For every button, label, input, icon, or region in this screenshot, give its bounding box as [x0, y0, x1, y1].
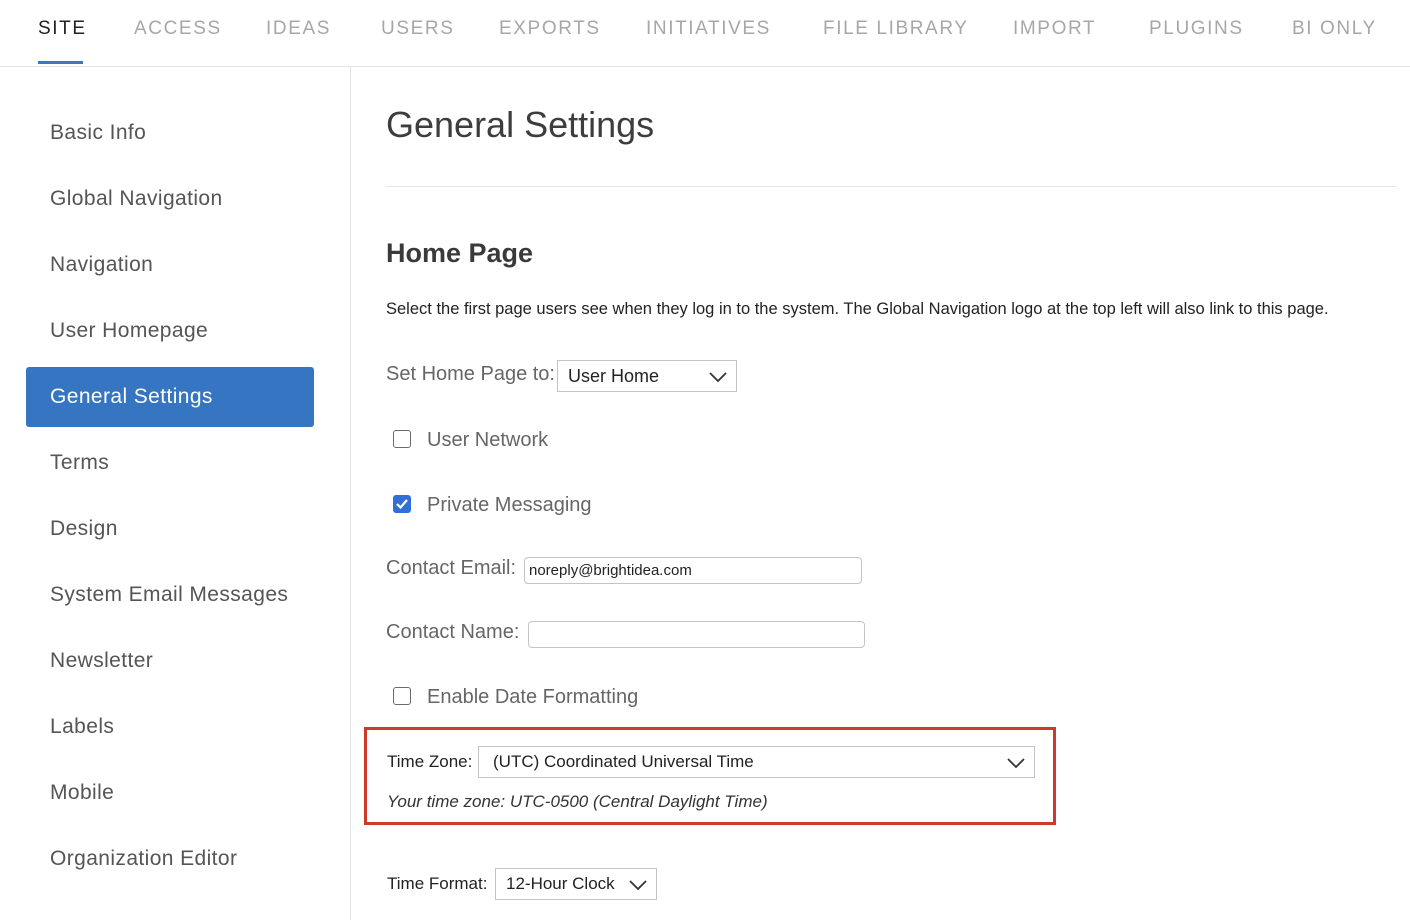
tab-ideas[interactable]: IDEAS	[266, 18, 331, 40]
contact-name-field[interactable]	[528, 621, 865, 648]
contact-name-label: Contact Name:	[386, 621, 520, 643]
user-network-checkbox[interactable]	[393, 430, 411, 448]
tab-plugins[interactable]: PLUGINS	[1149, 18, 1244, 40]
sidebar-item-user-homepage[interactable]: User Homepage	[26, 301, 314, 361]
user-network-label: User Network	[427, 429, 549, 451]
active-tab-indicator	[38, 61, 83, 64]
sidebar-item-general-settings[interactable]: General Settings	[26, 367, 314, 427]
time-zone-note: Your time zone: UTC-0500 (Central Daylig…	[387, 792, 768, 811]
sidebar-item-labels[interactable]: Labels	[26, 697, 314, 757]
time-zone-select[interactable]: (UTC) Coordinated Universal Time	[478, 746, 1035, 778]
contact-email-label: Contact Email:	[386, 557, 517, 579]
sidebar-item-design[interactable]: Design	[26, 499, 314, 559]
sidebar-item-newsletter[interactable]: Newsletter	[26, 631, 314, 691]
page-title: General Settings	[386, 104, 655, 145]
section-title-home-page: Home Page	[386, 238, 534, 268]
home-page-select[interactable]: User Home	[557, 360, 737, 392]
tab-access[interactable]: ACCESS	[134, 18, 222, 40]
title-divider	[386, 186, 1396, 187]
time-zone-label: Time Zone:	[387, 752, 473, 771]
tab-import[interactable]: IMPORT	[1013, 18, 1096, 40]
sidebar-item-organization-editor[interactable]: Organization Editor	[26, 829, 314, 889]
sidebar-item-basic-info[interactable]: Basic Info	[26, 103, 314, 163]
tab-initiatives[interactable]: INITIATIVES	[646, 18, 771, 40]
contact-email-field[interactable]: noreply@brightidea.com	[524, 557, 862, 584]
sidebar-item-terms[interactable]: Terms	[26, 433, 314, 493]
sidebar-item-global-navigation[interactable]: Global Navigation	[26, 169, 314, 229]
chevron-down-icon	[1007, 758, 1025, 769]
tab-exports[interactable]: EXPORTS	[499, 18, 601, 40]
sidebar: Basic Info Global Navigation Navigation …	[0, 67, 351, 920]
tab-file-library[interactable]: FILE LIBRARY	[823, 18, 969, 40]
chevron-down-icon	[709, 372, 727, 383]
set-home-page-label: Set Home Page to:	[386, 363, 555, 385]
time-format-select-value: 12-Hour Clock	[506, 874, 615, 893]
top-tab-bar: SITE ACCESS IDEAS USERS EXPORTS INITIATI…	[0, 0, 1410, 67]
tab-users[interactable]: USERS	[381, 18, 454, 40]
date-formatting-label: Enable Date Formatting	[427, 686, 639, 708]
private-messaging-label: Private Messaging	[427, 494, 592, 516]
time-format-select[interactable]: 12-Hour Clock	[495, 868, 657, 900]
sidebar-item-mobile[interactable]: Mobile	[26, 763, 314, 823]
tab-bi-only[interactable]: BI ONLY	[1292, 18, 1377, 40]
sidebar-item-system-email-messages[interactable]: System Email Messages	[26, 565, 314, 625]
chevron-down-icon	[629, 880, 647, 891]
date-formatting-checkbox[interactable]	[393, 687, 411, 705]
section-description: Select the first page users see when the…	[386, 300, 1329, 318]
home-page-select-value: User Home	[568, 365, 660, 386]
time-format-label: Time Format:	[387, 874, 488, 893]
private-messaging-checkbox[interactable]	[393, 495, 411, 513]
time-zone-select-value: (UTC) Coordinated Universal Time	[493, 752, 754, 771]
checkmark-icon	[396, 499, 408, 510]
sidebar-item-navigation[interactable]: Navigation	[26, 235, 314, 295]
tab-site[interactable]: SITE	[38, 18, 87, 40]
